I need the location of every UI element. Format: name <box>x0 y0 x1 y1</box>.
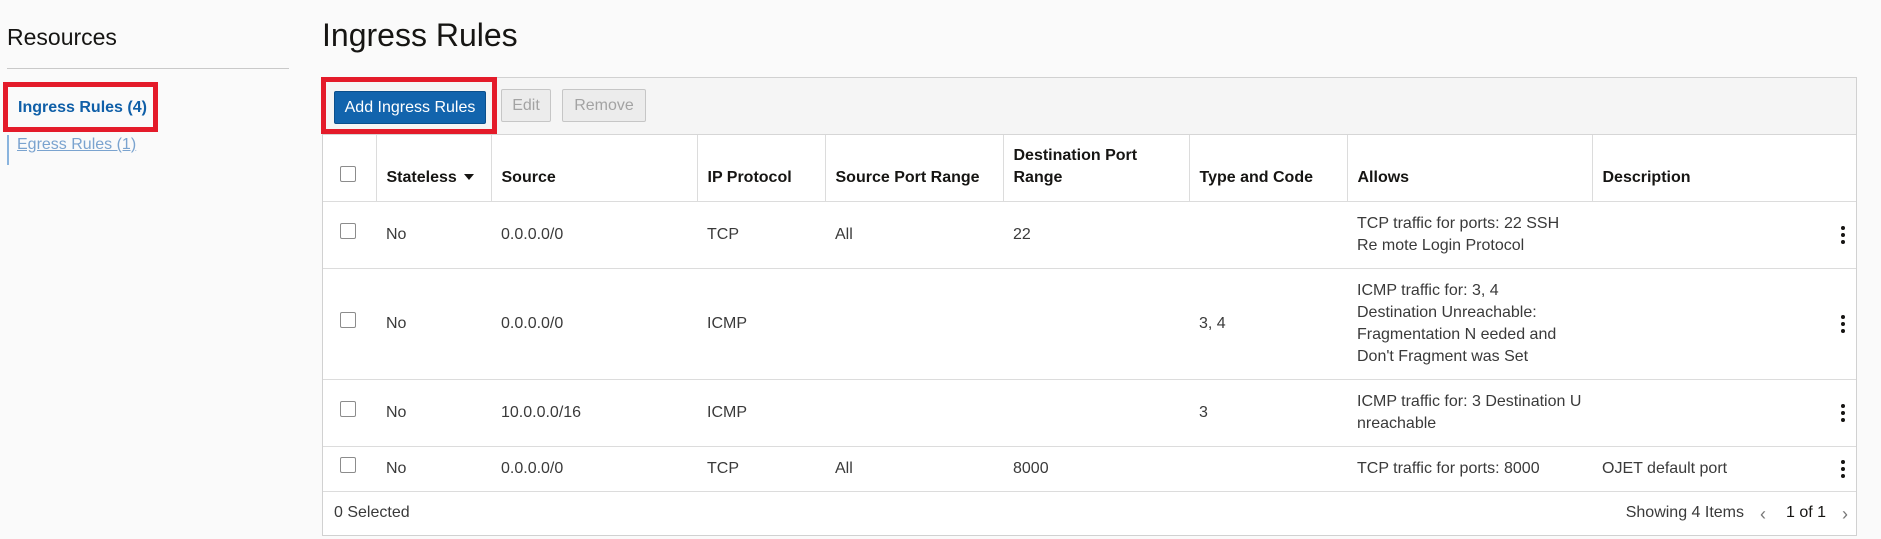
sort-desc-icon <box>463 174 474 181</box>
highlight-box-add-button: Add Ingress Rules <box>321 77 497 134</box>
add-ingress-rules-button[interactable]: Add Ingress Rules <box>334 91 486 124</box>
chevron-right-icon[interactable]: › <box>1842 504 1848 525</box>
selected-count: 0 Selected <box>334 504 410 521</box>
edit-button[interactable]: Edit <box>501 89 551 122</box>
table-header-row: Stateless Source IP Protocol Source Port… <box>323 135 1856 202</box>
cell-destination-port-range <box>1003 379 1189 447</box>
resources-heading: Resources <box>7 24 117 50</box>
cell-destination-port-range: 8000 <box>1003 446 1189 492</box>
rules-table: Stateless Source IP Protocol Source Port… <box>323 135 1856 492</box>
cell-destination-port-range: 22 <box>1003 201 1189 269</box>
cell-type-and-code <box>1189 446 1347 492</box>
cell-stateless: No <box>376 268 491 380</box>
row-checkbox[interactable] <box>340 457 356 473</box>
table-footer: 0 Selected Showing 4 Items ‹ 1 of 1 › <box>323 491 1856 535</box>
cell-stateless: No <box>376 446 491 492</box>
page-indicator: 1 of 1 <box>1785 504 1826 521</box>
column-header-source: Source <box>490 135 697 202</box>
column-header-actions <box>1809 135 1856 202</box>
table-row: No 0.0.0.0/0 TCP All 8000 TCP traffic fo… <box>323 446 1856 492</box>
cell-type-and-code <box>1189 201 1347 269</box>
select-all-checkbox[interactable] <box>340 165 356 182</box>
cell-ip-protocol: ICMP <box>697 379 825 447</box>
sidebar: Resources Ingress Rules (4) Egress Rules… <box>0 0 300 539</box>
cell-description: OJET default port <box>1592 446 1809 492</box>
nav-indicator <box>7 135 9 165</box>
cell-source-port-range: All <box>825 446 1003 492</box>
column-header-stateless[interactable]: Stateless <box>375 135 491 202</box>
cell-destination-port-range <box>1003 268 1189 380</box>
row-actions-icon[interactable] <box>1840 403 1846 422</box>
highlight-box-ingress-nav: Ingress Rules (4) <box>3 82 158 132</box>
cell-source: 0.0.0.0/0 <box>491 201 697 269</box>
column-header-description: Description <box>1591 135 1809 202</box>
cell-stateless: No <box>376 379 491 447</box>
showing-count: Showing 4 Items <box>1625 504 1744 521</box>
remove-button[interactable]: Remove <box>562 89 646 122</box>
page-title: Ingress Rules <box>322 17 518 53</box>
cell-description <box>1592 268 1809 380</box>
cell-source-port-range <box>825 268 1003 380</box>
cell-allows: TCP traffic for ports: 8000 <box>1347 446 1592 492</box>
column-header-source-port-range: Source Port Range <box>824 135 1003 202</box>
column-header-ip-protocol: IP Protocol <box>696 135 825 202</box>
column-header-allows: Allows <box>1346 135 1592 202</box>
cell-ip-protocol: ICMP <box>697 268 825 380</box>
cell-allows: ICMP traffic for: 3 Destination U nreach… <box>1347 379 1592 447</box>
chevron-left-icon[interactable]: ‹ <box>1760 504 1766 525</box>
cell-source: 0.0.0.0/0 <box>491 446 697 492</box>
row-actions-icon[interactable] <box>1840 225 1846 244</box>
table-row: No 0.0.0.0/0 ICMP 3, 4 ICMP traffic for:… <box>323 268 1856 380</box>
cell-description <box>1592 201 1809 269</box>
cell-type-and-code: 3 <box>1189 379 1347 447</box>
cell-source-port-range: All <box>825 201 1003 269</box>
toolbar: Add Ingress Rules Edit Remove <box>321 77 1856 135</box>
table-row: No 10.0.0.0/16 ICMP 3 ICMP traffic for: … <box>323 379 1856 447</box>
cell-ip-protocol: TCP <box>697 446 825 492</box>
row-checkbox[interactable] <box>340 223 356 239</box>
sidebar-item-egress-rules[interactable]: Egress Rules (1) <box>17 136 136 154</box>
cell-ip-protocol: TCP <box>697 201 825 269</box>
row-actions-icon[interactable] <box>1840 314 1846 333</box>
rules-panel: Add Ingress Rules Edit Remove Stateless … <box>321 77 1857 536</box>
sidebar-item-ingress-rules[interactable]: Ingress Rules (4) <box>18 99 148 117</box>
column-header-destination-port-range: Destination Port Range <box>1002 135 1189 202</box>
row-checkbox[interactable] <box>340 401 356 417</box>
cell-source: 0.0.0.0/0 <box>491 268 697 380</box>
cell-allows: TCP traffic for ports: 22 SSH Re mote Lo… <box>1347 201 1592 269</box>
cell-type-and-code: 3, 4 <box>1189 268 1347 380</box>
cell-description <box>1592 379 1809 447</box>
row-checkbox[interactable] <box>340 312 356 328</box>
divider <box>7 68 289 69</box>
table-row: No 0.0.0.0/0 TCP All 22 TCP traffic for … <box>323 201 1856 269</box>
select-all-cell <box>323 135 376 202</box>
column-header-type-and-code: Type and Code <box>1188 135 1347 202</box>
cell-allows: ICMP traffic for: 3, 4 Destination Unrea… <box>1347 268 1592 380</box>
cell-source-port-range <box>825 379 1003 447</box>
cell-stateless: No <box>376 201 491 269</box>
row-actions-icon[interactable] <box>1840 459 1846 478</box>
cell-source: 10.0.0.0/16 <box>491 379 697 447</box>
